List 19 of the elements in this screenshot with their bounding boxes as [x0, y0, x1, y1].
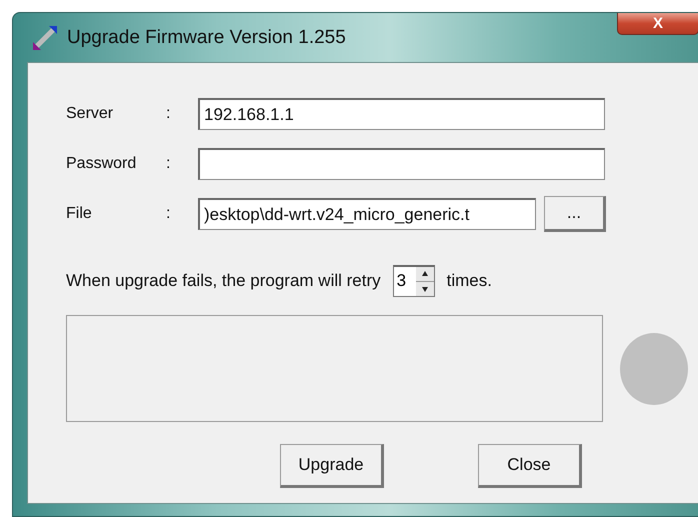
- window-close-button[interactable]: X: [617, 13, 698, 35]
- input-field[interactable]: 192.168.1.1: [198, 98, 605, 130]
- field-label: Password: [66, 155, 136, 173]
- field-label: Server: [66, 105, 114, 123]
- retry-text: When upgrade fails, the program will retry: [66, 271, 381, 291]
- field-label: File: [66, 205, 92, 223]
- label-colon: :: [166, 155, 170, 173]
- app-icon: [31, 24, 59, 52]
- upgrade-button[interactable]: Upgrade: [280, 444, 384, 488]
- retry-spinner[interactable]: 3: [392, 265, 435, 297]
- close-dialog-button[interactable]: Close: [478, 444, 582, 488]
- window-title: Upgrade Firmware Version 1.255: [67, 26, 346, 48]
- label-colon: :: [166, 205, 170, 223]
- times-text: times.: [446, 271, 492, 291]
- browse-button[interactable]: ...: [544, 196, 606, 232]
- label-colon: :: [166, 105, 170, 123]
- input-field[interactable]: [198, 148, 605, 180]
- file-field[interactable]: )esktop\dd-wrt.v24_micro_generic.t: [198, 198, 536, 230]
- status-light-icon: [619, 332, 689, 406]
